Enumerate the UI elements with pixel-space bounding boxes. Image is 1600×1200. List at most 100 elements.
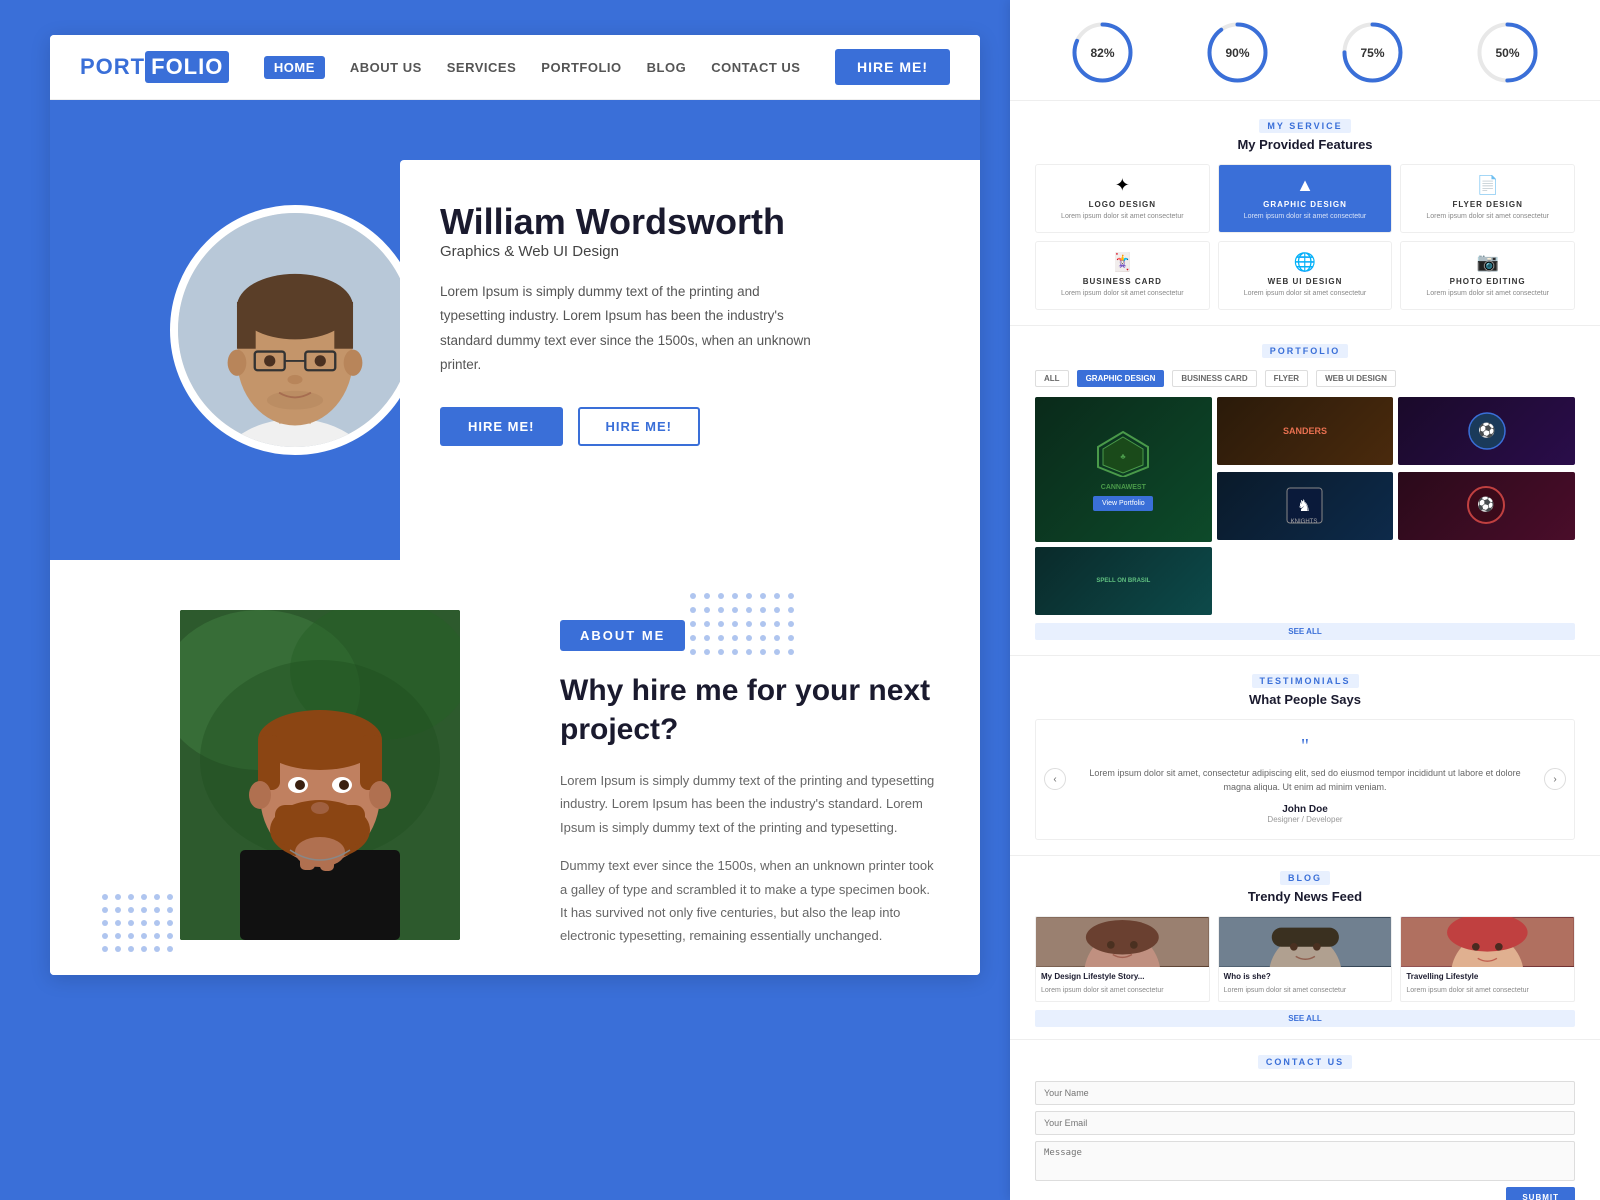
portfolio-grid: ♣ CANNAWEST View Portfolio SANDERS ⚽ [1035, 397, 1575, 615]
services-label: MY SERVICE [1259, 119, 1350, 133]
testimonial-prev-button[interactable]: ‹ [1044, 768, 1066, 790]
nav-about[interactable]: ABOUT US [350, 60, 422, 75]
blog-desc-3: Lorem ipsum dolor sit amet consectetur [1406, 986, 1569, 996]
testimonial-text: Lorem ipsum dolor sit amet, consectetur … [1076, 766, 1534, 795]
skill-label-4: 50% [1495, 46, 1519, 60]
about-heading: Why hire me for your next project? [560, 671, 940, 749]
service-graphic-design: ▲ GRAPHIC DESIGN Lorem ipsum dolor sit a… [1218, 164, 1393, 233]
nav-portfolio[interactable]: PORTFOLIO [541, 60, 621, 75]
nav-home[interactable]: HOME [264, 56, 325, 79]
hire-me-header-button[interactable]: HIRE ME! [835, 49, 950, 85]
sanders-label: SANDERS [1283, 426, 1327, 436]
portfolio-section: PORTFOLIO ALL GRAPHIC DESIGN BUSINESS CA… [1010, 326, 1600, 656]
cannawest-label: CANNAWEST [1093, 484, 1153, 491]
dots-svg: // dots [685, 588, 805, 668]
portfolio-header: PORTFOLIO [1035, 341, 1575, 362]
hire-me-btn2[interactable]: HIRE ME! [578, 407, 701, 446]
filter-business[interactable]: BUSINESS CARD [1172, 370, 1256, 387]
portfolio-label: PORTFOLIO [1262, 344, 1349, 358]
filter-web[interactable]: WEB UI DESIGN [1316, 370, 1396, 387]
hero-buttons: HIRE ME! HIRE ME! [440, 407, 940, 446]
header: PORT FOLIO HOME ABOUT US SERVICES PORTFO… [50, 35, 980, 100]
view-portfolio-button[interactable]: View Portfolio [1093, 496, 1153, 511]
blog-image-1 [1036, 917, 1209, 967]
knights-logo: ♞ KNIGHTS [1282, 483, 1327, 528]
hero-subtitle: Graphics & Web UI Design [440, 243, 940, 260]
hire-me-btn1[interactable]: HIRE ME! [440, 407, 563, 446]
web-design-icon: 🌐 [1227, 252, 1384, 273]
service-flyer-design: 📄 FLYER DESIGN Lorem ipsum dolor sit ame… [1400, 164, 1575, 233]
logo-design-desc: Lorem ipsum dolor sit amet consectetur [1044, 212, 1201, 222]
blog-item-3: Travelling Lifestyle Lorem ipsum dolor s… [1400, 916, 1575, 1001]
skill-label-3: 75% [1360, 46, 1384, 60]
logo-port: PORT [80, 54, 145, 80]
blog-see-all-button[interactable]: SEE ALL [1035, 1010, 1575, 1027]
testimonial-next-button[interactable]: › [1544, 768, 1566, 790]
skill-3: 75% [1340, 20, 1405, 85]
contact-submit-button[interactable]: SUBMIT [1506, 1187, 1575, 1200]
hero-name: William Wordsworth [440, 200, 940, 243]
about-text1: Lorem Ipsum is simply dummy text of the … [560, 769, 940, 839]
skill-label-2: 90% [1225, 46, 1249, 60]
testimonial-label: TESTIMONIALS [1252, 674, 1359, 688]
about-portrait [180, 610, 460, 940]
blog-content-2: Who is she? Lorem ipsum dolor sit amet c… [1219, 967, 1392, 1000]
blog-title-3: Travelling Lifestyle [1406, 972, 1569, 982]
blog-face-1 [1036, 917, 1209, 967]
blog-desc-1: Lorem ipsum dolor sit amet consectetur [1041, 986, 1204, 996]
blog-face-3 [1401, 917, 1574, 967]
contact-header: CONTACT US [1035, 1052, 1575, 1073]
hero-section: William Wordsworth Graphics & Web UI Des… [50, 100, 980, 560]
svg-text:⚽: ⚽ [1476, 496, 1494, 513]
cannawest-logo: ♣ [1093, 427, 1153, 477]
about-badge: ABOUT ME [560, 620, 685, 651]
logo-folio: FOLIO [145, 51, 229, 83]
web-design-desc: Lorem ipsum dolor sit amet consectetur [1227, 289, 1384, 299]
contact-form: SUBMIT [1035, 1081, 1575, 1200]
services-section: MY SERVICE My Provided Features ✦ LOGO D… [1010, 101, 1600, 326]
dots-decoration: // dots [685, 588, 805, 673]
skill-circle-1: 82% [1070, 20, 1135, 85]
service-logo-design: ✦ LOGO DESIGN Lorem ipsum dolor sit amet… [1035, 164, 1210, 233]
photo-editing-desc: Lorem ipsum dolor sit amet consectetur [1409, 289, 1566, 299]
business-card-desc: Lorem ipsum dolor sit amet consectetur [1044, 289, 1201, 299]
contact-section: CONTACT US SUBMIT [1010, 1040, 1600, 1200]
skills-section: 82% 90% 75% [1010, 0, 1600, 101]
logo: PORT FOLIO [80, 51, 229, 83]
blog-section: BLOG Trendy News Feed My Design Lifesty [1010, 856, 1600, 1039]
service-web-design: 🌐 WEB UI DESIGN Lorem ipsum dolor sit am… [1218, 241, 1393, 310]
contact-email-input[interactable] [1035, 1111, 1575, 1135]
contact-message-input[interactable] [1035, 1141, 1575, 1181]
blog-title: Trendy News Feed [1035, 889, 1575, 904]
contact-name-input[interactable] [1035, 1081, 1575, 1105]
graphic-design-name: GRAPHIC DESIGN [1227, 200, 1384, 209]
blog-content-3: Travelling Lifestyle Lorem ipsum dolor s… [1401, 967, 1574, 1000]
web-design-name: WEB UI DESIGN [1227, 277, 1384, 286]
skill-4: 50% [1475, 20, 1540, 85]
filter-flyer[interactable]: FLYER [1265, 370, 1309, 387]
testimonial-header: TESTIMONIALS What People Says [1035, 671, 1575, 707]
nav-services[interactable]: SERVICES [447, 60, 517, 75]
dots-decoration-bottom [98, 890, 198, 965]
graphic-design-desc: Lorem ipsum dolor sit amet consectetur [1227, 212, 1384, 222]
nav-blog[interactable]: BLOG [647, 60, 687, 75]
nav-contact[interactable]: CONTACT US [711, 60, 800, 75]
portfolio-item-knights: ♞ KNIGHTS [1217, 472, 1394, 540]
filter-all[interactable]: ALL [1035, 370, 1069, 387]
svg-text:♞: ♞ [1297, 498, 1311, 515]
logo-design-name: LOGO DESIGN [1044, 200, 1201, 209]
services-header: MY SERVICE My Provided Features [1035, 116, 1575, 152]
blog-content-1: My Design Lifestyle Story... Lorem ipsum… [1036, 967, 1209, 1000]
filter-graphic[interactable]: GRAPHIC DESIGN [1077, 370, 1165, 387]
portfolio-item-football: ⚽ [1398, 397, 1575, 465]
sports-logo: ⚽ [1464, 483, 1509, 528]
main-card: PORT FOLIO HOME ABOUT US SERVICES PORTFO… [50, 35, 980, 975]
spell-label: SPELL ON BRASIL [1094, 576, 1152, 586]
service-photo-editing: 📷 PHOTO EDITING Lorem ipsum dolor sit am… [1400, 241, 1575, 310]
skill-circle-2: 90% [1205, 20, 1270, 85]
blog-face-2 [1219, 917, 1392, 967]
see-all-button[interactable]: SEE ALL [1035, 623, 1575, 640]
portfolio-item-sports: ⚽ [1398, 472, 1575, 540]
skill-2: 90% [1205, 20, 1270, 85]
testimonial-title: What People Says [1035, 692, 1575, 707]
